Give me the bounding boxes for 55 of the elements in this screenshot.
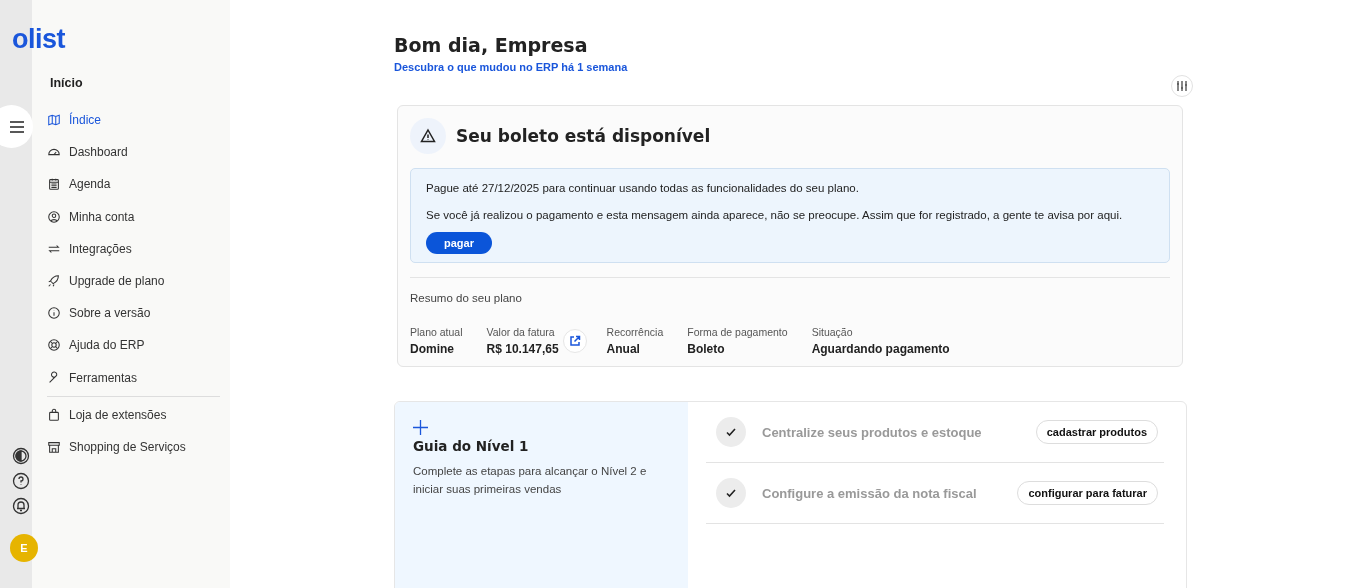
store-icon (47, 439, 61, 454)
field-label: Recorrência (606, 326, 664, 338)
contrast-icon[interactable] (12, 447, 30, 465)
menu-icon (9, 120, 24, 133)
open-link-button[interactable] (562, 329, 587, 353)
summary-title: Resumo do seu plano (410, 292, 522, 304)
step-label: Configure a emissão da nota fiscal (762, 485, 978, 501)
field-label: Plano atual (410, 326, 463, 338)
field-value: Domine (410, 342, 455, 356)
field-label: Forma de pagamento (687, 326, 788, 338)
field-value: Aguardando pagamento (811, 342, 950, 356)
external-link-icon (568, 335, 581, 347)
map-icon (47, 113, 61, 128)
rocket-icon (47, 274, 61, 289)
card-title: Seu boleto está disponível (456, 126, 711, 146)
notice-text: Se você já realizou o pagamento e esta mensagem ainda aparece, não se preocupe. Assim que for registrado, a gente te avisa por aqui. (426, 208, 1123, 223)
guide-title: Guia do Nível 1 (413, 438, 529, 454)
menu-button[interactable] (0, 105, 33, 148)
step-label: Centralize seus produtos e estoque (762, 424, 983, 440)
sidebar-item[interactable]: Agenda (47, 168, 220, 201)
field-value: Anual (606, 342, 641, 356)
sidebar-item[interactable]: Upgrade de plano (47, 264, 220, 298)
logo[interactable]: olist (12, 24, 65, 54)
sidebar-item[interactable]: Integrações (47, 232, 220, 265)
user-icon (47, 209, 61, 224)
section-title: Início (50, 76, 83, 90)
field-label: Valor da fatura (486, 326, 556, 338)
sidebar-item[interactable]: Índice (47, 104, 220, 137)
whats-new-link[interactable]: Descubra o que mudou no ERP há 1 semana (394, 61, 628, 73)
greeting-title: Bom dia, Empresa (394, 34, 588, 56)
pay-button[interactable]: pagar (426, 232, 492, 254)
step-button[interactable]: configurar para faturar (1017, 481, 1158, 505)
info-icon (47, 306, 61, 321)
help-icon[interactable] (12, 472, 30, 490)
filter-button[interactable] (1171, 75, 1193, 97)
bag-icon (47, 407, 61, 422)
sidebar-item[interactable]: Shopping de Serviços (47, 430, 220, 464)
field-value: R$ 10.147,65 (486, 342, 559, 356)
sliders-icon (1176, 80, 1188, 92)
notice-text: Pague até 27/12/2025 para continuar usando todas as funcionalidades do seu plano. (426, 181, 859, 196)
warning-icon (410, 118, 446, 154)
sparkle-icon (413, 420, 428, 435)
bell-icon[interactable] (12, 497, 30, 515)
sidebar-item[interactable]: Ferramentas (47, 361, 220, 394)
sidebar-item[interactable]: Ajuda do ERP (47, 329, 220, 362)
guide-description: Complete as etapas para alcançar o Nível 2 e iniciar suas primeiras vendas (413, 464, 648, 497)
step-button[interactable]: cadastrar produtos (1035, 420, 1158, 444)
field-label: Situação (811, 326, 854, 338)
sidebar-item[interactable]: Dashboard (47, 136, 220, 169)
field-value: Boleto (687, 342, 726, 356)
lifebuoy-icon (47, 338, 61, 353)
sidebar-item[interactable]: Sobre a versão (47, 297, 220, 330)
sidebar-item[interactable]: Minha conta (47, 200, 220, 233)
calendar-icon (47, 177, 61, 192)
sidebar-item[interactable]: Loja de extensões (47, 398, 220, 431)
